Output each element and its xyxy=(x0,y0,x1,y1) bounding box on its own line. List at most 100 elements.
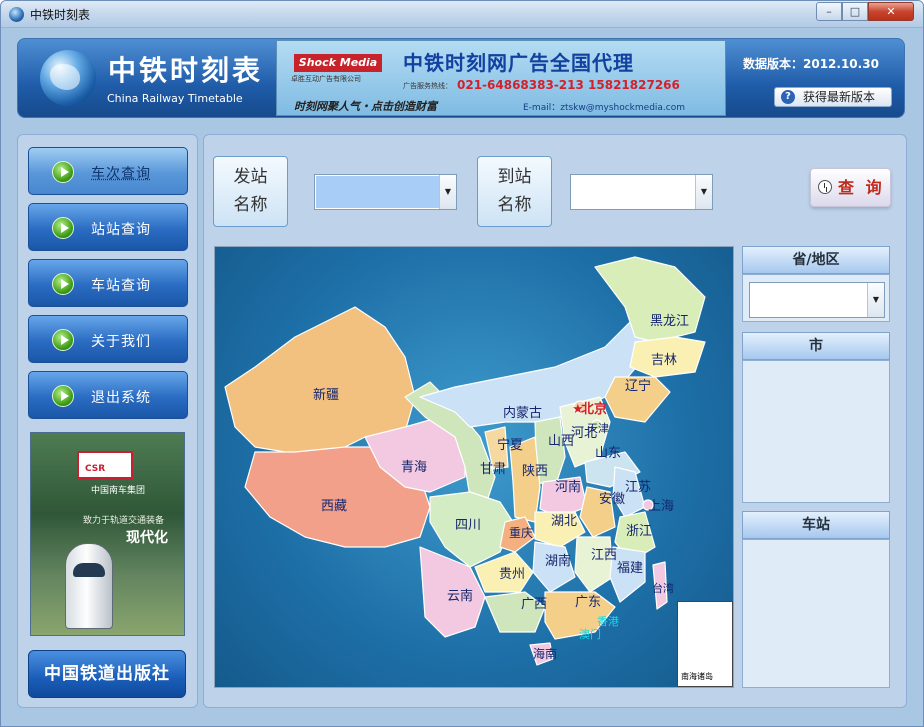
nav-label: 站站查询 xyxy=(91,222,151,238)
close-button[interactable]: ✕ xyxy=(868,2,914,21)
station-list[interactable] xyxy=(742,539,890,688)
south-china-sea-label: 南海诸岛 xyxy=(681,672,713,681)
to-station-combo[interactable]: ▼ xyxy=(570,174,713,210)
label-jiangxi: 江西 xyxy=(591,548,617,563)
label-qinghai: 青海 xyxy=(401,460,427,475)
play-icon xyxy=(52,273,74,295)
nav-station-to-station[interactable]: 站站查询 xyxy=(28,203,188,251)
promo-tagline: 致力于轨道交通装备 xyxy=(83,516,165,526)
province-heilongjiang xyxy=(594,256,706,343)
ad-phone: 021-64868383-213 15821827266 xyxy=(457,78,680,92)
nav-label: 退出系统 xyxy=(91,390,151,406)
to-label-text: 到站 名称 xyxy=(497,167,532,215)
help-icon: ? xyxy=(781,90,795,104)
label-neimenggu: 内蒙古 xyxy=(503,405,542,421)
label-shaanxi: 陕西 xyxy=(522,464,548,479)
ad-hotline-label: 广告服务热线： xyxy=(403,82,452,90)
csr-logo-text: CSR xyxy=(85,464,106,474)
ad-title: 中铁时刻网广告全国代理 xyxy=(403,51,634,75)
label-jiangsu: 江苏 xyxy=(625,479,651,495)
label-hongkong: 香港 xyxy=(597,615,619,628)
province-jiangxi xyxy=(574,536,614,593)
label-guangdong: 广东 xyxy=(575,595,601,610)
city-list[interactable] xyxy=(742,360,890,503)
label-gansu: 甘肃 xyxy=(480,462,506,477)
app-subtitle: China Railway Timetable xyxy=(107,92,243,105)
province-box: ▼ xyxy=(742,274,890,322)
title-bar[interactable]: 中铁时刻表 – □ ✕ xyxy=(1,1,923,28)
csr-promo-image[interactable]: CSR 中国南车集团 致力于轨道交通装备 现代化 xyxy=(30,432,185,636)
label-guangxi: 广西 xyxy=(521,597,547,612)
label-xizang: 西藏 xyxy=(321,499,347,514)
label-henan: 河南 xyxy=(555,479,581,495)
from-station-label-button[interactable]: 发站 名称 xyxy=(213,156,288,227)
label-taiwan: 台湾 xyxy=(652,581,674,595)
ad-company: 卓胜互动广告有限公司 xyxy=(291,75,361,83)
station-header: 车站 xyxy=(742,511,890,539)
label-beijing: 北京 xyxy=(581,401,607,417)
maximize-button[interactable]: □ xyxy=(842,2,868,21)
nav-about-us[interactable]: 关于我们 xyxy=(28,315,188,363)
label-hunan: 湖南 xyxy=(545,553,571,569)
capital-star-icon: ★ xyxy=(572,402,584,417)
province-header: 省/地区 xyxy=(742,246,890,274)
label-chongqing: 重庆 xyxy=(509,526,533,540)
data-version: 数据版本：2012.10.30 xyxy=(743,57,879,71)
promo-headline: 现代化 xyxy=(126,530,168,546)
label-hainan: 海南 xyxy=(533,646,557,661)
dropdown-arrow-icon[interactable]: ▼ xyxy=(439,175,456,209)
label-jilin: 吉林 xyxy=(651,353,677,368)
from-station-value[interactable] xyxy=(316,176,439,208)
app-name: 中铁时刻表 xyxy=(108,54,264,87)
query-button[interactable]: 查 询 xyxy=(810,168,891,207)
city-header: 市 xyxy=(742,332,890,360)
play-icon xyxy=(52,385,74,407)
app-window: 中铁时刻表 – □ ✕ 中铁时刻表 China Railway Timetabl… xyxy=(0,0,924,727)
nav-station-query[interactable]: 车站查询 xyxy=(28,259,188,307)
nav-train-query[interactable]: 车次查询 xyxy=(28,147,188,195)
clock-icon xyxy=(818,180,832,194)
label-guizhou: 贵州 xyxy=(499,567,525,582)
label-shandong: 山东 xyxy=(595,446,621,461)
from-station-combo[interactable]: ▼ xyxy=(314,174,457,210)
label-macau: 澳门 xyxy=(579,627,601,641)
china-map-svg[interactable]: 黑龙江 吉林 辽宁 内蒙古 北京 天津 河北 山西 山东 新疆 青海 宁夏 甘肃… xyxy=(215,247,734,688)
nav-exit[interactable]: 退出系统 xyxy=(28,371,188,419)
label-hubei: 湖北 xyxy=(551,514,577,529)
label-zhejiang: 浙江 xyxy=(626,524,652,539)
header-banner: 中铁时刻表 China Railway Timetable Shock Medi… xyxy=(17,38,905,118)
label-heilongjiang: 黑龙江 xyxy=(650,314,689,329)
dropdown-arrow-icon[interactable]: ▼ xyxy=(867,283,884,317)
nav-label: 车次查询 xyxy=(91,166,151,182)
label-shanghai: 上海 xyxy=(648,499,674,514)
label-anhui: 安徽 xyxy=(599,492,625,507)
label-shanxi: 山西 xyxy=(548,434,574,449)
promo-group: 中国南车集团 xyxy=(91,486,146,496)
nav-label: 车站查询 xyxy=(91,278,151,294)
ad-logo: Shock Media xyxy=(294,54,382,72)
minimize-button[interactable]: – xyxy=(816,2,842,21)
play-icon xyxy=(52,161,74,183)
label-ningxia: 宁夏 xyxy=(497,437,523,453)
update-button-label: 获得最新版本 xyxy=(803,90,876,104)
main-panel: 发站 名称 ▼ 到站 名称 ▼ 查 询 黑龙江 吉林 辽宁 内蒙古 北京 天津 … xyxy=(203,134,907,708)
province-combo[interactable]: ▼ xyxy=(749,282,885,318)
to-station-label-button[interactable]: 到站 名称 xyxy=(477,156,552,227)
app-icon xyxy=(9,7,24,22)
dropdown-arrow-icon[interactable]: ▼ xyxy=(695,175,712,209)
left-nav-panel: 车次查询 站站查询 车站查询 关于我们 退出系统 CSR 中国南车集团 致力于轨… xyxy=(17,134,198,708)
china-map[interactable]: 黑龙江 吉林 辽宁 内蒙古 北京 天津 河北 山西 山东 新疆 青海 宁夏 甘肃… xyxy=(214,246,734,688)
publisher-button[interactable]: 中国铁道出版社 xyxy=(28,650,186,698)
train-icon xyxy=(65,543,113,629)
play-icon xyxy=(52,329,74,351)
label-fujian: 福建 xyxy=(617,561,643,576)
label-sichuan: 四川 xyxy=(455,518,481,533)
train-window xyxy=(73,563,105,577)
window-title: 中铁时刻表 xyxy=(30,8,91,22)
play-icon xyxy=(52,217,74,239)
label-hebei: 河北 xyxy=(571,426,597,441)
ad-banner[interactable]: Shock Media 卓胜互动广告有限公司 中铁时刻网广告全国代理 广告服务热… xyxy=(276,40,726,116)
globe-logo-icon xyxy=(40,50,96,106)
update-button[interactable]: ? 获得最新版本 xyxy=(774,87,892,107)
ad-slogan: 时刻网聚人气・点击创造财富 xyxy=(294,100,437,113)
